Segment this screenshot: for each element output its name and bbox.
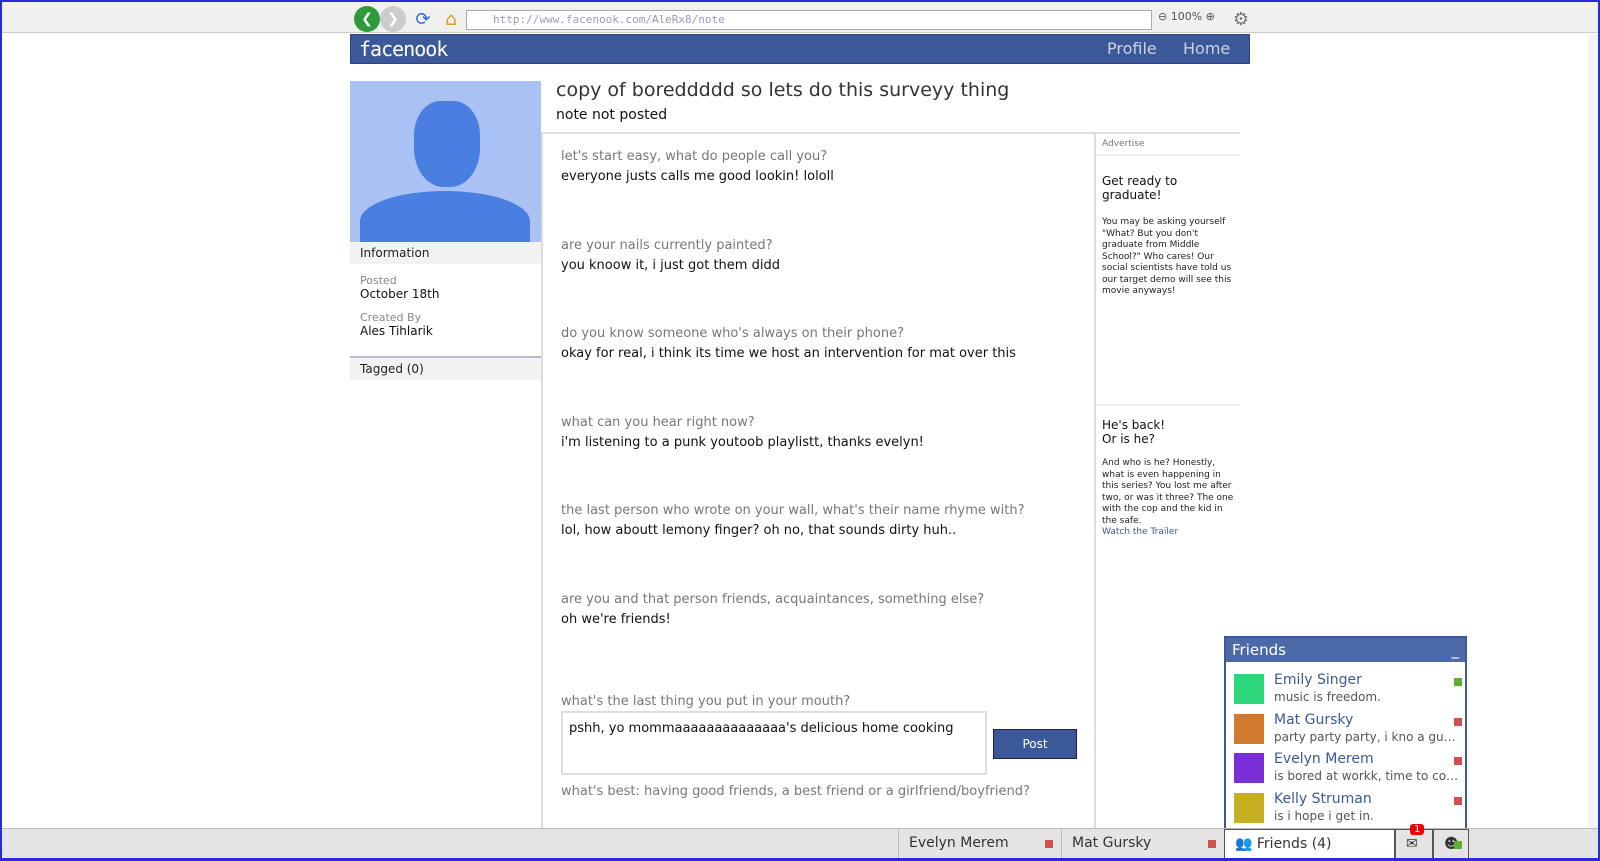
chat-tab-evelyn[interactable]: Evelyn Merem — [898, 829, 1061, 859]
survey-question: the last person who wrote on your wall, … — [561, 503, 1025, 518]
notifications-button[interactable]: ✉ 1 — [1395, 824, 1433, 859]
friend-status: is bored at workk, time to cost... — [1274, 769, 1460, 783]
tagged-link[interactable]: Tagged (0) — [350, 358, 541, 380]
friend-item[interactable]: Emily Singer music is freedom. — [1234, 672, 1462, 710]
online-indicator — [1454, 841, 1462, 849]
zoom-controls[interactable]: ⊖ 100% ⊕ — [1158, 10, 1215, 23]
chat-tab-mat[interactable]: Mat Gursky — [1061, 829, 1224, 859]
note-status: note not posted — [556, 107, 668, 123]
created-by[interactable]: Ales Tihlarik — [350, 324, 541, 338]
friend-item[interactable]: Kelly Struman is i hope i get in. — [1234, 791, 1462, 829]
offline-indicator — [1454, 757, 1462, 765]
url-bar[interactable]: http://www.facenook.com/AleRx8/note — [466, 10, 1152, 30]
survey-answer: oh we're friends! — [561, 611, 671, 627]
friend-name[interactable]: Mat Gursky — [1274, 712, 1353, 728]
survey-answer: lol, how aboutt lemony finger? oh no, th… — [561, 523, 957, 538]
friends-panel-header[interactable]: Friends _ — [1226, 638, 1465, 662]
survey-question: what can you hear right now? — [561, 414, 755, 430]
friend-avatar — [1234, 674, 1264, 704]
current-question: what's the last thing you put in your mo… — [561, 694, 851, 709]
survey-answer: you knoow it, i just got them didd — [561, 257, 780, 273]
offline-indicator — [1208, 840, 1216, 848]
ad-2-title: He's back! — [1102, 418, 1166, 432]
survey-question: are you and that person friends, acquain… — [561, 591, 985, 607]
site-header: facenook Profile Home — [350, 34, 1250, 64]
forward-button[interactable]: ❯ — [380, 6, 406, 32]
survey-question: are your nails currently painted? — [561, 237, 773, 253]
friend-status: music is freedom. — [1274, 690, 1381, 704]
created-label: Created By — [360, 311, 422, 324]
friend-name[interactable]: Evelyn Merem — [1274, 751, 1374, 767]
information-header: Information — [350, 242, 541, 264]
friend-name[interactable]: Emily Singer — [1274, 672, 1362, 688]
survey-question: let's start easy, what do people call yo… — [561, 149, 828, 164]
ad-1-body: You may be asking yourself "What? But yo… — [1102, 217, 1232, 296]
online-indicator — [1454, 678, 1462, 686]
next-question: what's best: having good friends, a best… — [561, 784, 1030, 799]
posted-date: October 18th — [360, 287, 440, 301]
ad-2-body: And who is he? Honestly, what is even ha… — [1102, 458, 1234, 526]
friend-status: is i hope i get in. — [1274, 808, 1374, 823]
ad-2[interactable]: He's back! Or is he? And who is he? Hone… — [1096, 404, 1240, 539]
friends-panel-title: Friends — [1232, 641, 1286, 659]
ad-1[interactable]: Get ready to graduate! You may be asking… — [1096, 156, 1240, 298]
friends-tab[interactable]: 👥 Friends (4) — [1224, 829, 1395, 859]
friend-name[interactable]: Kelly Struman — [1274, 791, 1372, 807]
url-text: http://www.facenook.com/AleRx8/note — [493, 13, 725, 26]
status-button[interactable]: ☻ — [1433, 829, 1469, 859]
friend-avatar — [1234, 753, 1264, 783]
logo[interactable]: facenook — [359, 37, 448, 61]
ad-1-title: Get ready to graduate! — [1102, 174, 1178, 202]
posted-label: Posted — [360, 274, 397, 287]
home-icon[interactable]: ⌂ — [438, 6, 464, 32]
scrollbar[interactable] — [1588, 34, 1598, 828]
browser-toolbar: ❮ ❯ ⟳ ⌂ http://www.facenook.com/AleRx8/n… — [2, 2, 1598, 33]
nav-home[interactable]: Home — [1183, 39, 1230, 58]
post-button[interactable]: Post — [993, 729, 1077, 759]
zoom-level: 100% — [1170, 10, 1203, 23]
watch-trailer-link[interactable]: Watch the Trailer — [1102, 527, 1234, 539]
notifications-icon: ✉ — [1406, 836, 1418, 852]
survey-question: do you know someone who's always on thei… — [561, 326, 904, 341]
friend-status: party party party, i kno a guy n... — [1274, 729, 1460, 744]
notification-badge: 1 — [1410, 824, 1425, 835]
answer-input[interactable]: pshh, yo mommaaaaaaaaaaaaaa's delicious … — [561, 711, 987, 775]
friend-item[interactable]: Evelyn Merem is bored at workk, time to c… — [1234, 751, 1462, 789]
friends-tab-label: Friends (4) — [1256, 836, 1332, 852]
friend-avatar — [1234, 792, 1264, 823]
survey-answer: i'm listening to a punk youtoob playlist… — [561, 434, 924, 450]
nav-profile[interactable]: Profile — [1107, 39, 1157, 58]
bottom-chat-bar: Evelyn Merem Mat Gursky 👥 Friends (4) ✉ 1… — [2, 824, 1598, 859]
minimize-button[interactable]: _ — [1452, 641, 1460, 659]
offline-indicator — [1454, 796, 1462, 805]
survey-content: let's start easy, what do people call yo… — [541, 132, 1094, 828]
settings-gear-icon[interactable]: ⚙ — [1228, 6, 1254, 32]
refresh-icon[interactable]: ⟳ — [410, 6, 436, 32]
ads-column: Advertise Get ready to graduate! You may… — [1094, 132, 1240, 828]
advertise-label: Advertise — [1096, 134, 1240, 156]
friend-avatar — [1234, 713, 1264, 744]
profile-picture[interactable] — [350, 81, 541, 242]
offline-indicator — [1045, 840, 1053, 848]
back-button[interactable]: ❮ — [354, 6, 380, 32]
friends-icon: 👥 — [1235, 836, 1253, 852]
chat-name: Evelyn Merem — [909, 835, 1009, 851]
friend-item[interactable]: Mat Gursky party party party, i kno a guy… — [1234, 712, 1462, 750]
survey-answer: okay for real, i think its time we host … — [561, 346, 1016, 361]
offline-indicator — [1454, 717, 1462, 726]
note-title: copy of boreddddd so lets do this survey… — [556, 79, 1010, 101]
friends-panel: Friends _ Emily Singer music is freedom. Ma… — [1224, 636, 1467, 829]
survey-answer: everyone justs calls me good lookin! lol… — [561, 169, 834, 184]
chat-name: Mat Gursky — [1072, 835, 1152, 851]
ad-2-subtitle: Or is he? — [1102, 432, 1155, 446]
left-sidebar: Information Posted October 18th Created … — [350, 81, 541, 380]
